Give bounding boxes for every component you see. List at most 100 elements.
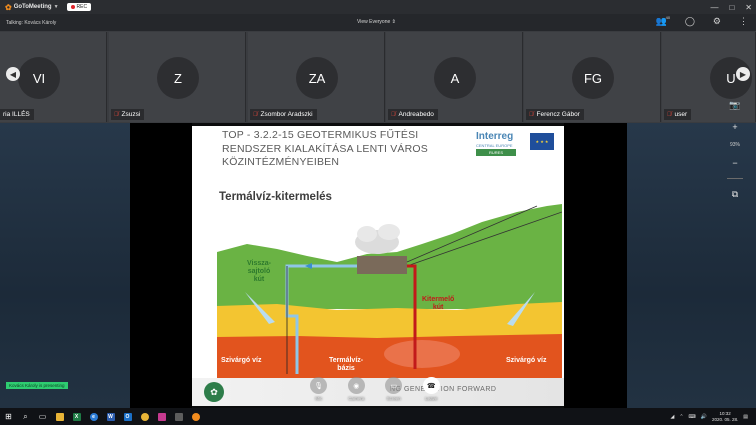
chrome-button[interactable] — [136, 408, 153, 425]
leave-button[interactable]: ☎ Leave — [416, 377, 446, 401]
info-bar: Talking: Kovács Károly View Everyone ⇕ 👥… — [0, 14, 756, 31]
volume-icon[interactable]: 🔊 — [701, 414, 707, 420]
presenting-banner: Kovács Károly is presenting — [6, 382, 68, 389]
interreg-logo: Interreg CENTRAL EUROPE RURES ★ ★ ★ — [476, 131, 558, 163]
mic-button[interactable]: 🎙 Mic — [304, 377, 334, 401]
participant-tile[interactable]: Z 🎙̸ Zsuzsi — [109, 32, 246, 122]
chrome-icon — [140, 412, 149, 421]
seep-water-right-label: Szivárgó víz — [506, 357, 547, 364]
excel-icon: X — [72, 412, 81, 421]
zoom-level: 93% — [729, 142, 740, 148]
excel-button[interactable]: X — [68, 408, 85, 425]
screen-label: Screen — [386, 396, 401, 401]
more-button[interactable]: ⋮ — [739, 16, 748, 27]
chevron-up-icon[interactable]: ⌃ — [679, 414, 683, 420]
zoom-out-button[interactable]: − — [726, 156, 744, 170]
settings-button[interactable]: ⚙ — [713, 16, 721, 27]
word-button[interactable]: W — [102, 408, 119, 425]
scroll-left-button[interactable]: ◀ — [6, 67, 20, 81]
mic-off-icon: 🎙 — [310, 377, 328, 394]
media-icon — [157, 412, 166, 421]
view-selector-label: View Everyone — [357, 19, 391, 25]
participant-name: Andreabedo — [398, 111, 434, 118]
camera-label: Camera — [348, 396, 365, 401]
scroll-right-button[interactable]: ▶ — [736, 67, 750, 81]
participant-count: 40 — [665, 15, 671, 20]
label-line: kút — [253, 276, 265, 283]
outlook-button[interactable]: O — [119, 408, 136, 425]
production-well-label: Kitermelő kút — [422, 296, 454, 312]
shared-screen: TOP - 3.2.2-15 GEOTERMIKUS FŰTÉSI RENDSZ… — [0, 123, 756, 408]
participant-name: ria ILLÉS — [3, 111, 30, 118]
file-explorer-button[interactable] — [51, 408, 68, 425]
participant-tile[interactable]: ZA 🎙̸ Zsombor Aradszki — [248, 32, 385, 122]
outlook-icon: O — [123, 412, 132, 421]
recording-badge[interactable]: REC — [66, 3, 92, 11]
start-button[interactable]: ⊞ — [0, 408, 17, 425]
participant-tile[interactable]: A 🎙̸ Andreabedo — [386, 32, 523, 122]
meeting-toolbar: 🎙 Mic ◉ Camera ▭ Screen ☎ Leave — [300, 377, 450, 405]
gotomeeting-logo-icon: ✿ — [5, 2, 12, 12]
label-line: Vissza- — [247, 260, 271, 267]
close-button[interactable]: ✕ — [745, 3, 752, 12]
geothermal-diagram: Vissza- sajtoló kút Kitermelő kút Szivár… — [217, 204, 563, 384]
arrow-left-icon: ◀ — [9, 69, 17, 79]
word-icon: W — [106, 412, 115, 421]
clock-date: 2020. 05. 28. — [711, 416, 739, 422]
media-button[interactable] — [153, 408, 170, 425]
chat-button[interactable]: ◯ — [685, 16, 695, 27]
seep-water-left-label: Szivárgó víz — [221, 357, 262, 364]
gotomeeting-button[interactable] — [187, 408, 204, 425]
label-line: bázis — [337, 365, 355, 372]
avatar: A — [434, 57, 476, 99]
slide-title-line: TOP - 3.2.2-15 GEOTERMIKUS FŰTÉSI — [222, 129, 419, 141]
mic-muted-icon: 🎙̸ — [391, 111, 396, 118]
search-icon: ⌕ — [23, 411, 28, 421]
screenshot-button[interactable]: 📷 — [726, 98, 744, 112]
letterbox — [130, 123, 192, 408]
desktop-background — [0, 123, 130, 408]
participants-button[interactable]: 👥 40 — [656, 15, 671, 27]
thermal-basin — [384, 340, 460, 368]
house-building — [357, 256, 407, 274]
logo-main: Interreg — [476, 131, 514, 142]
slide-title-line: RENDSZER KIALAKÍTÁSA LENTI VÁROS — [222, 142, 428, 155]
calculator-button[interactable] — [170, 408, 187, 425]
logo-sub: CENTRAL EUROPE — [476, 143, 513, 148]
network-icon[interactable]: ◢ — [670, 414, 674, 420]
task-view-icon: ▭ — [38, 412, 47, 421]
folder-icon — [55, 412, 64, 421]
clock[interactable]: 10:32 2020. 05. 28. — [712, 411, 738, 423]
zoom-in-button[interactable]: + — [726, 120, 744, 134]
app-menu[interactable]: ✿ GoToMeeting ▼ — [5, 3, 59, 12]
edge-button[interactable]: e — [85, 408, 102, 425]
plus-icon: + — [732, 122, 738, 132]
task-view-button[interactable]: ▭ — [34, 408, 51, 425]
participant-name: user — [674, 111, 688, 118]
view-selector[interactable]: View Everyone ⇕ — [357, 19, 396, 25]
avatar: Z — [157, 57, 199, 99]
side-controls: 📷 + 93% − ⧉ — [725, 98, 745, 201]
system-tray: ◢ ⌃ ⌨ 🔊 10:32 2020. 05. 28. ▤ — [670, 408, 748, 425]
minimize-button[interactable]: — — [710, 3, 718, 12]
maximize-button[interactable]: □ — [729, 3, 734, 12]
edge-icon: e — [89, 412, 98, 421]
camera-button[interactable]: ◉ Camera — [341, 377, 371, 401]
popout-button[interactable]: ⧉ — [726, 187, 744, 201]
screen-button[interactable]: ▭ Screen — [379, 377, 409, 401]
mic-label: Mic — [315, 396, 323, 401]
label-line: kút — [432, 304, 444, 311]
thermal-base-label: Termálvíz- bázis — [329, 357, 363, 373]
keyboard-icon[interactable]: ⌨ — [689, 414, 696, 420]
search-button[interactable]: ⌕ — [17, 408, 34, 425]
label-line: Kitermelő — [422, 296, 455, 303]
chevron-down-icon: ▼ — [53, 4, 59, 10]
avatar: ZA — [296, 57, 338, 99]
participant-name: Zsuzsi — [121, 111, 141, 118]
slide-title: TOP - 3.2.2-15 GEOTERMIKUS FŰTÉSI RENDSZ… — [222, 129, 472, 170]
participant-tile[interactable]: FG 🎙̸ Ferencz Gábor — [524, 32, 661, 122]
notifications-icon[interactable]: ▤ — [743, 414, 748, 420]
updown-icon: ⇕ — [391, 19, 396, 25]
divider — [727, 178, 743, 179]
windows-logo-icon: ⊞ — [5, 412, 12, 421]
